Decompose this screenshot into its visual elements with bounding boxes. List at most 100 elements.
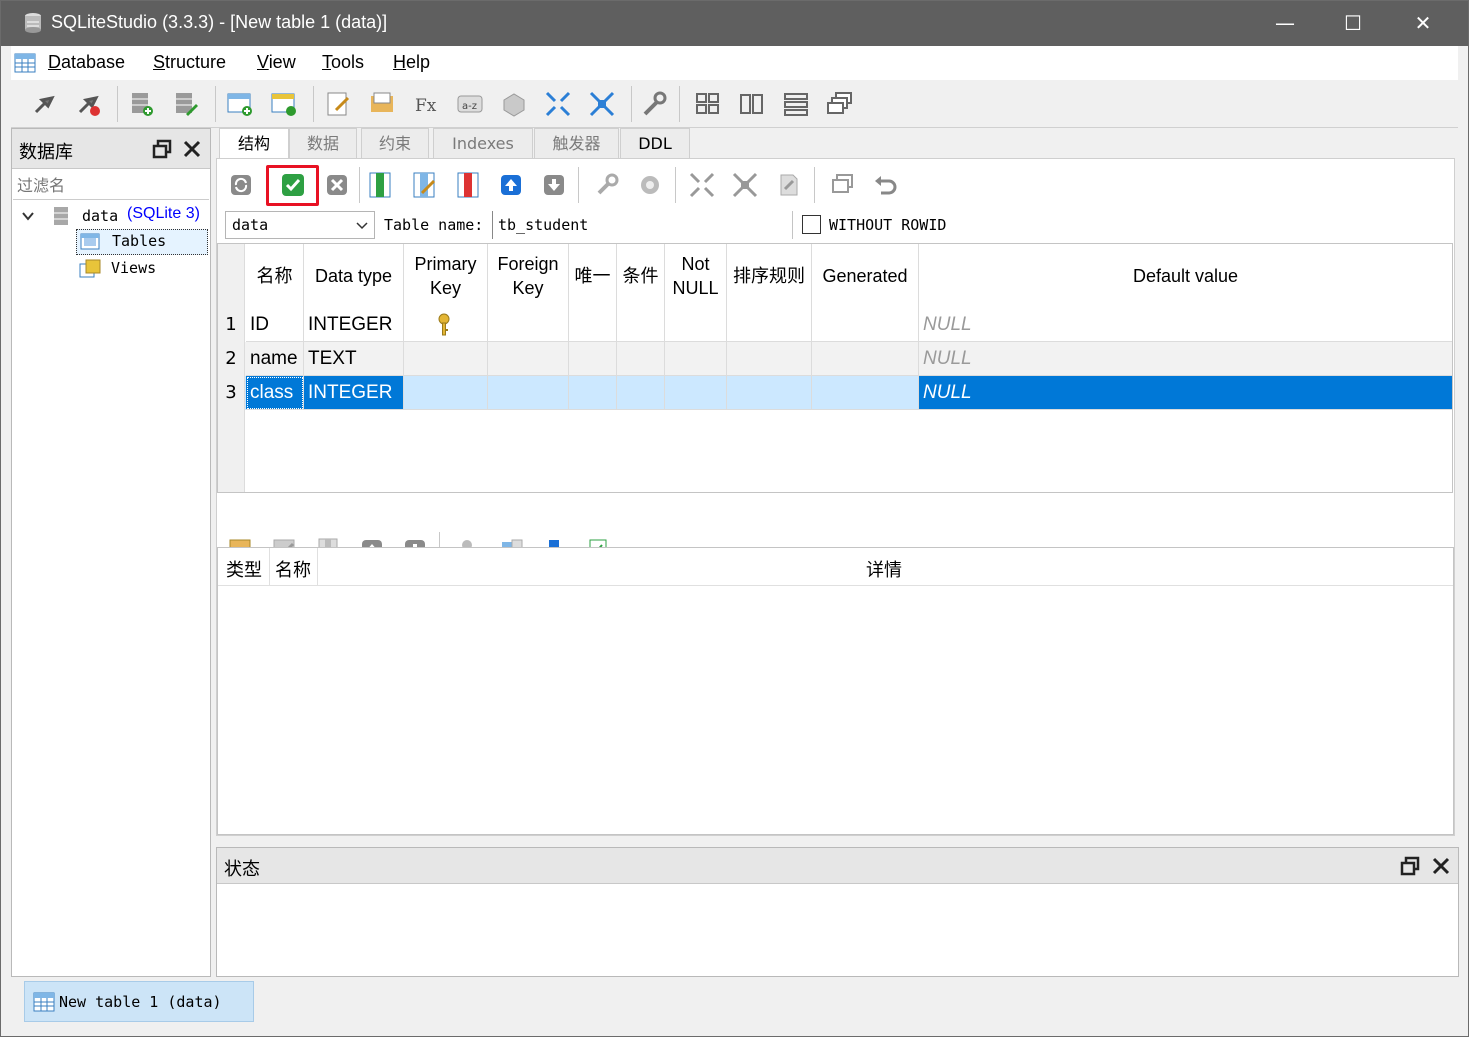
close-panel-icon[interactable]: [1431, 856, 1451, 876]
header-foreign-key[interactable]: Foreign Key: [488, 244, 569, 308]
cell-type[interactable]: INTEGER: [304, 376, 404, 410]
undo-icon[interactable]: [871, 171, 899, 199]
cell-name[interactable]: name: [246, 342, 304, 376]
cell-not-null[interactable]: [665, 376, 727, 410]
cell-default[interactable]: NULL: [919, 376, 1452, 410]
function-icon[interactable]: Fx: [412, 90, 440, 118]
cell-collation[interactable]: [727, 308, 812, 342]
cell-primary-key[interactable]: [404, 376, 488, 410]
table-name-input[interactable]: tb_student: [492, 211, 792, 239]
tree-database-node[interactable]: data (SQLite 3): [12, 203, 210, 231]
cell-foreign-key[interactable]: [488, 308, 569, 342]
close-window-button[interactable]: ✕: [1389, 1, 1457, 46]
connect-icon[interactable]: [30, 90, 58, 118]
rollback-icon[interactable]: [323, 171, 351, 199]
expand-rows-icon[interactable]: [731, 171, 759, 199]
cell-not-null[interactable]: [665, 308, 727, 342]
refresh-icon[interactable]: [227, 171, 255, 199]
header-name[interactable]: 名称: [275, 556, 311, 582]
cell-default[interactable]: NULL: [919, 308, 1452, 342]
expand-icon[interactable]: [588, 90, 616, 118]
table-row-selected[interactable]: 3 class INTEGER NULL: [218, 376, 1452, 410]
collapse-icon[interactable]: [544, 90, 572, 118]
cell-type[interactable]: INTEGER: [304, 308, 404, 342]
header-default-value[interactable]: Default value: [919, 244, 1452, 308]
menu-tools[interactable]: Tools: [322, 52, 364, 73]
tab-indexes[interactable]: Indexes: [433, 128, 533, 158]
minimize-button[interactable]: —: [1251, 1, 1319, 46]
tab-constraints[interactable]: 约束: [361, 128, 429, 158]
edit-database-icon[interactable]: [172, 90, 200, 118]
menu-view[interactable]: View: [257, 52, 296, 73]
chevron-down-icon[interactable]: [21, 210, 35, 222]
cell-collation[interactable]: [727, 376, 812, 410]
edit-column-icon[interactable]: [410, 171, 438, 199]
tab-ddl[interactable]: DDL: [620, 128, 690, 158]
header-name[interactable]: 名称: [246, 244, 304, 308]
edit-table-icon[interactable]: [270, 90, 298, 118]
cell-primary-key[interactable]: [404, 308, 488, 342]
export-icon[interactable]: [775, 171, 803, 199]
open-sql-icon[interactable]: [368, 90, 396, 118]
menu-database[interactable]: Database: [48, 52, 125, 73]
header-not-null[interactable]: Not NULL: [665, 244, 727, 308]
add-trigger-icon[interactable]: [636, 171, 664, 199]
cell-check[interactable]: [617, 376, 665, 410]
tab-structure[interactable]: 结构: [219, 128, 289, 158]
filter-input[interactable]: [13, 172, 209, 200]
cell-primary-key[interactable]: [404, 342, 488, 376]
cell-generated[interactable]: [812, 308, 919, 342]
tree-item-views[interactable]: Views: [76, 257, 208, 283]
copy-icon[interactable]: [828, 171, 856, 199]
tile-windows-icon[interactable]: [694, 90, 722, 118]
cell-collation[interactable]: [727, 342, 812, 376]
settings-wrench-icon[interactable]: [640, 90, 668, 118]
float-panel-icon[interactable]: [1400, 856, 1420, 876]
header-generated[interactable]: Generated: [812, 244, 919, 308]
cell-not-null[interactable]: [665, 342, 727, 376]
close-panel-icon[interactable]: [182, 139, 202, 159]
menu-help[interactable]: Help: [393, 52, 430, 73]
cell-unique[interactable]: [569, 342, 617, 376]
cell-foreign-key[interactable]: [488, 376, 569, 410]
add-database-icon[interactable]: [128, 90, 156, 118]
header-type[interactable]: 类型: [226, 556, 262, 582]
move-up-icon[interactable]: [497, 171, 525, 199]
tile-vertical-icon[interactable]: [782, 90, 810, 118]
cascade-icon[interactable]: [826, 90, 854, 118]
table-row[interactable]: 2 name TEXT NULL: [218, 342, 1452, 376]
cell-check[interactable]: [617, 342, 665, 376]
header-unique[interactable]: 唯一: [569, 244, 617, 308]
cell-type[interactable]: TEXT: [304, 342, 404, 376]
new-table-icon[interactable]: [226, 90, 254, 118]
menu-structure[interactable]: Structure: [153, 52, 226, 73]
collation-icon[interactable]: a-z: [456, 90, 484, 118]
tile-horizontal-icon[interactable]: [738, 90, 766, 118]
maximize-button[interactable]: ☐: [1319, 1, 1387, 46]
cell-default[interactable]: NULL: [919, 342, 1452, 376]
add-column-icon[interactable]: [366, 171, 394, 199]
header-primary-key[interactable]: Primary Key: [404, 244, 488, 308]
header-data-type[interactable]: Data type: [304, 244, 404, 308]
delete-column-icon[interactable]: [454, 171, 482, 199]
float-panel-icon[interactable]: [152, 139, 172, 159]
cell-foreign-key[interactable]: [488, 342, 569, 376]
database-select[interactable]: data: [225, 211, 375, 239]
sql-editor-icon[interactable]: [324, 90, 352, 118]
cell-name[interactable]: class: [246, 376, 304, 410]
cell-generated[interactable]: [812, 342, 919, 376]
header-collation[interactable]: 排序规则: [727, 244, 812, 308]
extension-icon[interactable]: [500, 90, 528, 118]
cell-generated[interactable]: [812, 376, 919, 410]
cell-unique[interactable]: [569, 376, 617, 410]
without-rowid-checkbox[interactable]: [802, 215, 821, 234]
disconnect-icon[interactable]: [74, 90, 102, 118]
cell-check[interactable]: [617, 308, 665, 342]
tree-item-tables[interactable]: Tables: [76, 229, 208, 255]
cell-name[interactable]: ID: [246, 308, 304, 342]
commit-check-icon[interactable]: [279, 171, 307, 199]
add-index-icon[interactable]: [593, 171, 621, 199]
table-row[interactable]: 1 ID INTEGER NULL: [218, 308, 1452, 342]
header-details[interactable]: 详情: [866, 556, 902, 582]
taskbar-item-new-table[interactable]: New table 1 (data): [24, 981, 254, 1022]
